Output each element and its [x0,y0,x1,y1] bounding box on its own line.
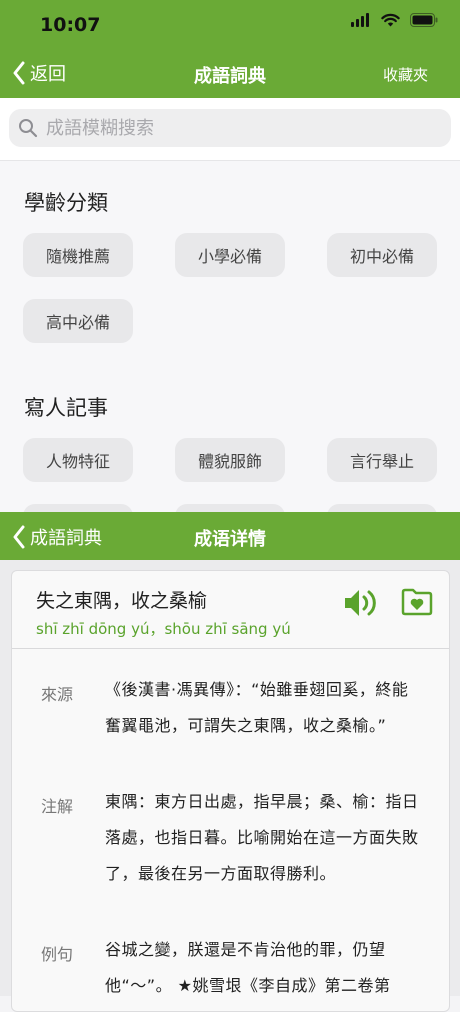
search-icon [19,119,38,138]
tag-primary-school[interactable]: 小學必備 [175,233,285,277]
signal-icon [351,13,369,27]
tag-behavior[interactable]: 言行舉止 [327,438,437,482]
top-header: 10:07 返回 成語詞典 收藏夾 [0,0,460,98]
detail-back-button[interactable]: 成語詞典 [12,524,102,550]
idiom-title: 失之東隅，收之桑榆 [36,590,208,612]
detail-back-label: 成語詞典 [30,528,102,549]
source-text: 《後漢書·馮異傳》：“始雖垂翅回奚，終能奮翼黽池，可謂失之東隅，收之桑榆。” [105,680,409,735]
annotation-label: 注解 [41,797,74,816]
idiom-detail-panel: 失之東隅，收之桑榆 shī zhī dōng yú，shōu zhī sāng … [0,560,460,1012]
search-input[interactable] [44,116,428,140]
source-label: 來源 [41,685,74,704]
detail-nav-bar: 成語詞典 成语详情 [0,512,460,560]
speaker-icon[interactable] [343,587,379,619]
tag-senior-high[interactable]: 高中必備 [23,299,133,343]
section-title-people: 寫人記事 [24,396,108,420]
category-list: 學齡分類 隨機推薦 小學必備 初中必備 高中必備 寫人記事 人物特征 體貌服飾 … [0,160,460,513]
favorite-folder-icon[interactable] [401,588,433,616]
back-label: 返回 [30,64,66,85]
back-button[interactable]: 返回 [12,60,66,86]
search-bar[interactable] [9,109,451,147]
search-area [0,98,460,160]
status-icons [351,13,438,27]
tag-random[interactable]: 隨機推薦 [23,233,133,277]
section-title-school-age: 學齡分類 [24,191,108,215]
idiom-pinyin: shī zhī dōng yú，shōu zhī sāng yú [36,620,291,638]
battery-icon [410,13,438,27]
status-time: 10:07 [40,14,101,36]
idiom-card-header: 失之東隅，收之桑榆 shī zhī dōng yú，shōu zhī sāng … [12,571,449,649]
favorites-button[interactable]: 收藏夾 [383,64,428,85]
chevron-left-icon [13,61,25,85]
example-label: 例句 [41,945,74,964]
idiom-card: 失之東隅，收之桑榆 shī zhī dōng yú，shōu zhī sāng … [11,570,450,1012]
chevron-left-icon [13,525,25,549]
tag-character-traits[interactable]: 人物特征 [23,438,133,482]
wifi-icon [381,13,400,27]
example-text: 谷城之變，朕還是不肯治他的罪，仍望他“～”。 ★姚雪垠《李自成》第二卷第 [105,940,391,995]
tag-junior-high[interactable]: 初中必備 [327,233,437,277]
top-nav-bar: 返回 成語詞典 收藏夾 [0,50,460,98]
tag-appearance[interactable]: 體貌服飾 [175,438,285,482]
annotation-text: 東隅：東方日出處，指早晨；桑、榆：指日落處，也指日暮。比喻開始在這一方面失敗了，… [105,792,419,883]
